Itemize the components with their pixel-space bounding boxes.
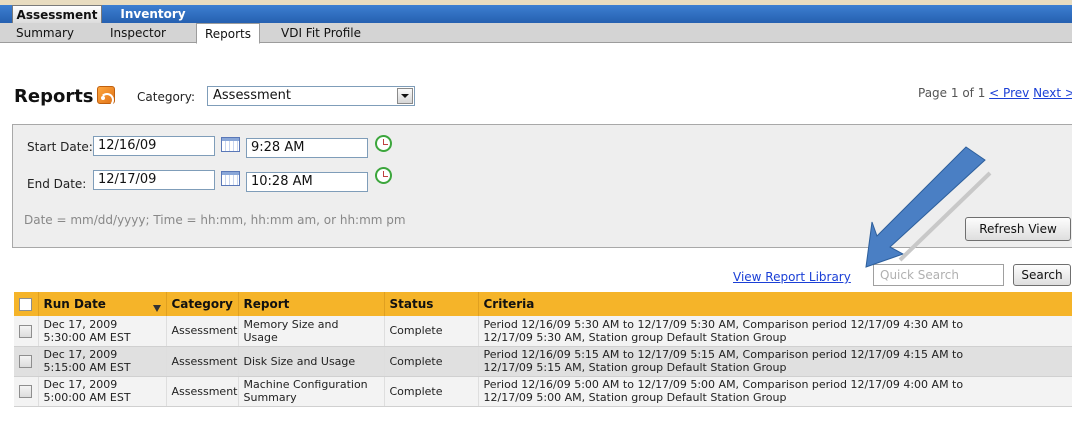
search-button[interactable]: Search: [1013, 264, 1071, 286]
table-header-row: Run Date Category Report Status Criteria: [14, 292, 1072, 316]
end-date-input[interactable]: 12/17/09: [93, 170, 215, 190]
category-value: Assessment: [213, 88, 291, 103]
calendar-icon[interactable]: [221, 137, 240, 152]
page-title: Reports: [14, 86, 94, 107]
cell-category: Assessment: [166, 376, 239, 407]
filter-panel: Start Date: 12/16/09 9:28 AM End Date: 1…: [12, 124, 1072, 248]
cell-report: Machine Configuration Summary: [238, 376, 385, 407]
cell-run-date: Dec 17, 2009 5:30:00 AM EST: [38, 316, 167, 347]
sub-tab-bar: Summary Inspector Reports VDI Fit Profil…: [0, 23, 1072, 44]
clock-icon[interactable]: [375, 135, 392, 152]
cell-category: Assessment: [166, 316, 239, 347]
select-all-cell: [14, 292, 39, 316]
col-status[interactable]: Status: [384, 292, 479, 316]
cell-status: Complete: [384, 376, 479, 407]
tab-reports[interactable]: Reports: [196, 23, 260, 44]
rss-feed-icon[interactable]: [97, 86, 115, 107]
sort-desc-icon[interactable]: [152, 304, 161, 312]
refresh-view-button[interactable]: Refresh View: [965, 217, 1071, 241]
row-checkbox[interactable]: [19, 324, 32, 338]
cell-criteria: Period 12/16/09 5:00 AM to 12/17/09 5:00…: [478, 376, 1072, 407]
end-date-label: End Date:: [27, 177, 87, 191]
cell-run-date: Dec 17, 2009 5:00:00 AM EST: [38, 376, 167, 407]
table-row[interactable]: Dec 17, 2009 5:00:00 AM EST Assessment Ma…: [14, 376, 1072, 407]
category-label: Category:: [137, 90, 195, 104]
row-checkbox[interactable]: [19, 354, 32, 368]
col-category[interactable]: Category: [166, 292, 239, 316]
cell-report: Memory Size and Usage: [238, 316, 385, 347]
tab-inventory[interactable]: Inventory: [108, 5, 198, 23]
table-row[interactable]: Dec 17, 2009 5:15:00 AM EST Assessment Di…: [14, 346, 1072, 377]
date-format-hint: Date = mm/dd/yyyy; Time = hh:mm, hh:mm a…: [24, 213, 406, 227]
category-select[interactable]: Assessment: [207, 86, 415, 106]
cell-criteria: Period 12/16/09 5:15 AM to 12/17/09 5:15…: [478, 346, 1072, 377]
cell-status: Complete: [384, 316, 479, 347]
start-date-input[interactable]: 12/16/09: [93, 136, 215, 156]
tab-assessment[interactable]: Assessment: [12, 5, 102, 23]
chevron-down-icon[interactable]: [397, 88, 413, 104]
select-all-checkbox[interactable]: [19, 298, 32, 311]
prev-page-link[interactable]: < Prev: [989, 86, 1029, 100]
start-time-input[interactable]: 9:28 AM: [246, 138, 368, 158]
end-time-input[interactable]: 10:28 AM: [246, 172, 368, 192]
tab-inspector[interactable]: Inspector: [100, 23, 176, 43]
row-checkbox[interactable]: [19, 384, 32, 398]
tab-summary[interactable]: Summary: [10, 23, 80, 43]
view-report-library-link[interactable]: View Report Library: [733, 270, 851, 284]
main-tab-bar: Assessment Inventory: [0, 5, 1072, 23]
tab-vdi-fit-profile[interactable]: VDI Fit Profile: [271, 23, 371, 43]
col-report[interactable]: Report: [238, 292, 385, 316]
clock-icon[interactable]: [375, 167, 392, 184]
reports-table: Run Date Category Report Status Criteria…: [14, 292, 1072, 407]
cell-criteria: Period 12/16/09 5:30 AM to 12/17/09 5:30…: [478, 316, 1072, 347]
cell-status: Complete: [384, 346, 479, 377]
cell-category: Assessment: [166, 346, 239, 377]
start-date-label: Start Date:: [27, 140, 93, 154]
quick-search-input[interactable]: Quick Search: [873, 264, 1004, 286]
col-run-date[interactable]: Run Date: [38, 292, 167, 316]
next-page-link[interactable]: Next >: [1033, 86, 1072, 100]
cell-run-date: Dec 17, 2009 5:15:00 AM EST: [38, 346, 167, 377]
pager: Page 1 of 1 < Prev Next >: [918, 86, 1072, 100]
calendar-icon[interactable]: [221, 171, 240, 186]
cell-report: Disk Size and Usage: [238, 346, 385, 377]
table-row[interactable]: Dec 17, 2009 5:30:00 AM EST Assessment Me…: [14, 316, 1072, 347]
col-criteria[interactable]: Criteria: [478, 292, 1072, 316]
page-count-text: Page 1 of 1: [918, 86, 986, 100]
